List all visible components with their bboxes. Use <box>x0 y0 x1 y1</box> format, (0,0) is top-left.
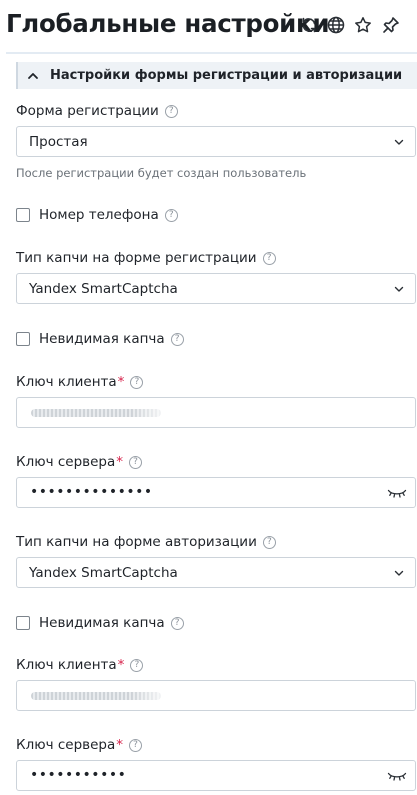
reg-server-key-label-row: Ключ сервера * ? <box>16 454 142 470</box>
refresh-icon[interactable] <box>298 14 320 36</box>
page-title: Глобальные настройки <box>6 9 330 38</box>
star-icon[interactable] <box>352 14 374 36</box>
chevron-down-icon <box>394 570 404 576</box>
password-value: ••••••••••• <box>30 767 127 783</box>
chevron-up-icon <box>28 72 38 79</box>
reg-form-value: Простая <box>29 133 88 150</box>
auth-captcha-select[interactable]: Yandex SmartCaptcha <box>16 557 416 588</box>
required-mark: * <box>116 737 123 753</box>
chevron-down-icon <box>394 286 404 292</box>
auth-client-key-input[interactable] <box>16 680 416 711</box>
reg-server-key-input[interactable]: •••••••••••••• <box>16 477 416 508</box>
reg-captcha-select[interactable]: Yandex SmartCaptcha <box>16 273 416 304</box>
help-icon[interactable]: ? <box>129 455 142 469</box>
reg-captcha-label-row: Тип капчи на форме регистрации ? <box>16 250 276 266</box>
reg-client-key-input[interactable] <box>16 397 416 428</box>
help-icon[interactable]: ? <box>129 738 142 752</box>
reg-client-key-label: Ключ клиента <box>16 374 117 390</box>
phone-checkbox-row: Номер телефона ? <box>16 207 178 223</box>
auth-server-key-label: Ключ сервера <box>16 737 116 753</box>
eye-closed-icon[interactable] <box>387 486 407 500</box>
section-toggle-registration-auth[interactable]: Настройки формы регистрации и авторизаци… <box>16 62 417 89</box>
auth-client-key-label-row: Ключ клиента * ? <box>16 657 144 673</box>
reg-captcha-value: Yandex SmartCaptcha <box>29 280 178 297</box>
chevron-down-icon <box>394 139 404 145</box>
pin-icon[interactable] <box>380 14 402 36</box>
reg-server-key-label: Ключ сервера <box>16 454 116 470</box>
help-icon[interactable]: ? <box>164 104 178 118</box>
help-icon[interactable]: ? <box>262 251 276 265</box>
masked-value <box>31 409 171 417</box>
reg-form-hint: После регистрации будет создан пользоват… <box>16 166 307 180</box>
auth-captcha-label-row: Тип капчи на форме авторизации ? <box>16 534 276 550</box>
auth-captcha-value: Yandex SmartCaptcha <box>29 564 178 581</box>
phone-label: Номер телефона <box>39 207 159 223</box>
auth-captcha-label: Тип капчи на форме авторизации <box>16 534 257 550</box>
auth-invisible-row: Невидимая капча ? <box>16 615 184 631</box>
auth-server-key-label-row: Ключ сервера * ? <box>16 737 142 753</box>
auth-invisible-checkbox[interactable] <box>16 616 30 630</box>
reg-invisible-label: Невидимая капча <box>39 331 165 347</box>
eye-closed-icon[interactable] <box>387 769 407 783</box>
page-header: Глобальные настройки <box>0 0 417 54</box>
help-icon[interactable]: ? <box>170 616 184 630</box>
reg-invisible-checkbox[interactable] <box>16 332 30 346</box>
help-icon[interactable]: ? <box>262 535 276 549</box>
masked-value <box>31 692 171 700</box>
help-icon[interactable]: ? <box>130 375 144 389</box>
reg-form-label: Форма регистрации <box>16 103 159 119</box>
phone-checkbox[interactable] <box>16 208 30 222</box>
header-divider <box>6 52 417 54</box>
auth-server-key-input[interactable]: ••••••••••• <box>16 760 416 791</box>
globe-icon[interactable] <box>325 14 347 36</box>
reg-form-select[interactable]: Простая <box>16 126 416 157</box>
help-icon[interactable]: ? <box>170 332 184 346</box>
required-mark: * <box>117 374 125 390</box>
help-icon[interactable]: ? <box>164 208 178 222</box>
reg-form-label-row: Форма регистрации ? <box>16 103 178 119</box>
required-mark: * <box>117 657 125 673</box>
password-value: •••••••••••••• <box>30 484 153 500</box>
help-icon[interactable]: ? <box>130 658 144 672</box>
reg-invisible-row: Невидимая капча ? <box>16 331 184 347</box>
required-mark: * <box>116 454 123 470</box>
reg-client-key-label-row: Ключ клиента * ? <box>16 374 144 390</box>
section-title: Настройки формы регистрации и авторизаци… <box>50 68 403 83</box>
auth-client-key-label: Ключ клиента <box>16 657 117 673</box>
reg-captcha-label: Тип капчи на форме регистрации <box>16 250 257 266</box>
auth-invisible-label: Невидимая капча <box>39 615 165 631</box>
